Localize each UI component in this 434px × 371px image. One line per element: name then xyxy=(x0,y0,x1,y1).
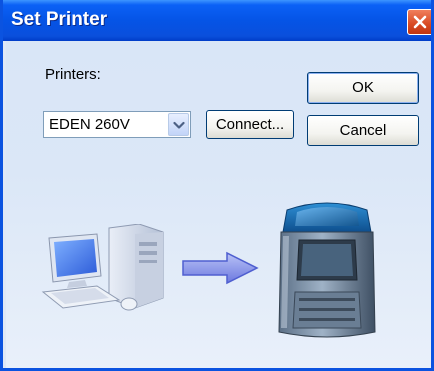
ok-button[interactable]: OK xyxy=(307,72,419,104)
set-printer-dialog: Set Printer Printers: OK EDEN 260V Conne… xyxy=(0,0,434,371)
printers-label: Printers: xyxy=(45,66,101,83)
3d-printer-icon xyxy=(278,202,376,338)
close-button[interactable] xyxy=(407,9,431,35)
window-title: Set Printer xyxy=(11,9,108,30)
arrow-right-icon xyxy=(182,251,259,285)
close-icon xyxy=(413,15,427,29)
chevron-down-icon xyxy=(173,121,185,129)
printer-select[interactable]: EDEN 260V xyxy=(43,111,191,138)
computer-icon xyxy=(41,224,164,311)
title-bar[interactable]: Set Printer xyxy=(3,0,431,41)
printer-select-dropdown[interactable] xyxy=(168,113,189,136)
printer-select-value: EDEN 260V xyxy=(49,116,130,133)
cancel-button[interactable]: Cancel xyxy=(307,115,419,146)
connect-button[interactable]: Connect... xyxy=(206,110,294,139)
